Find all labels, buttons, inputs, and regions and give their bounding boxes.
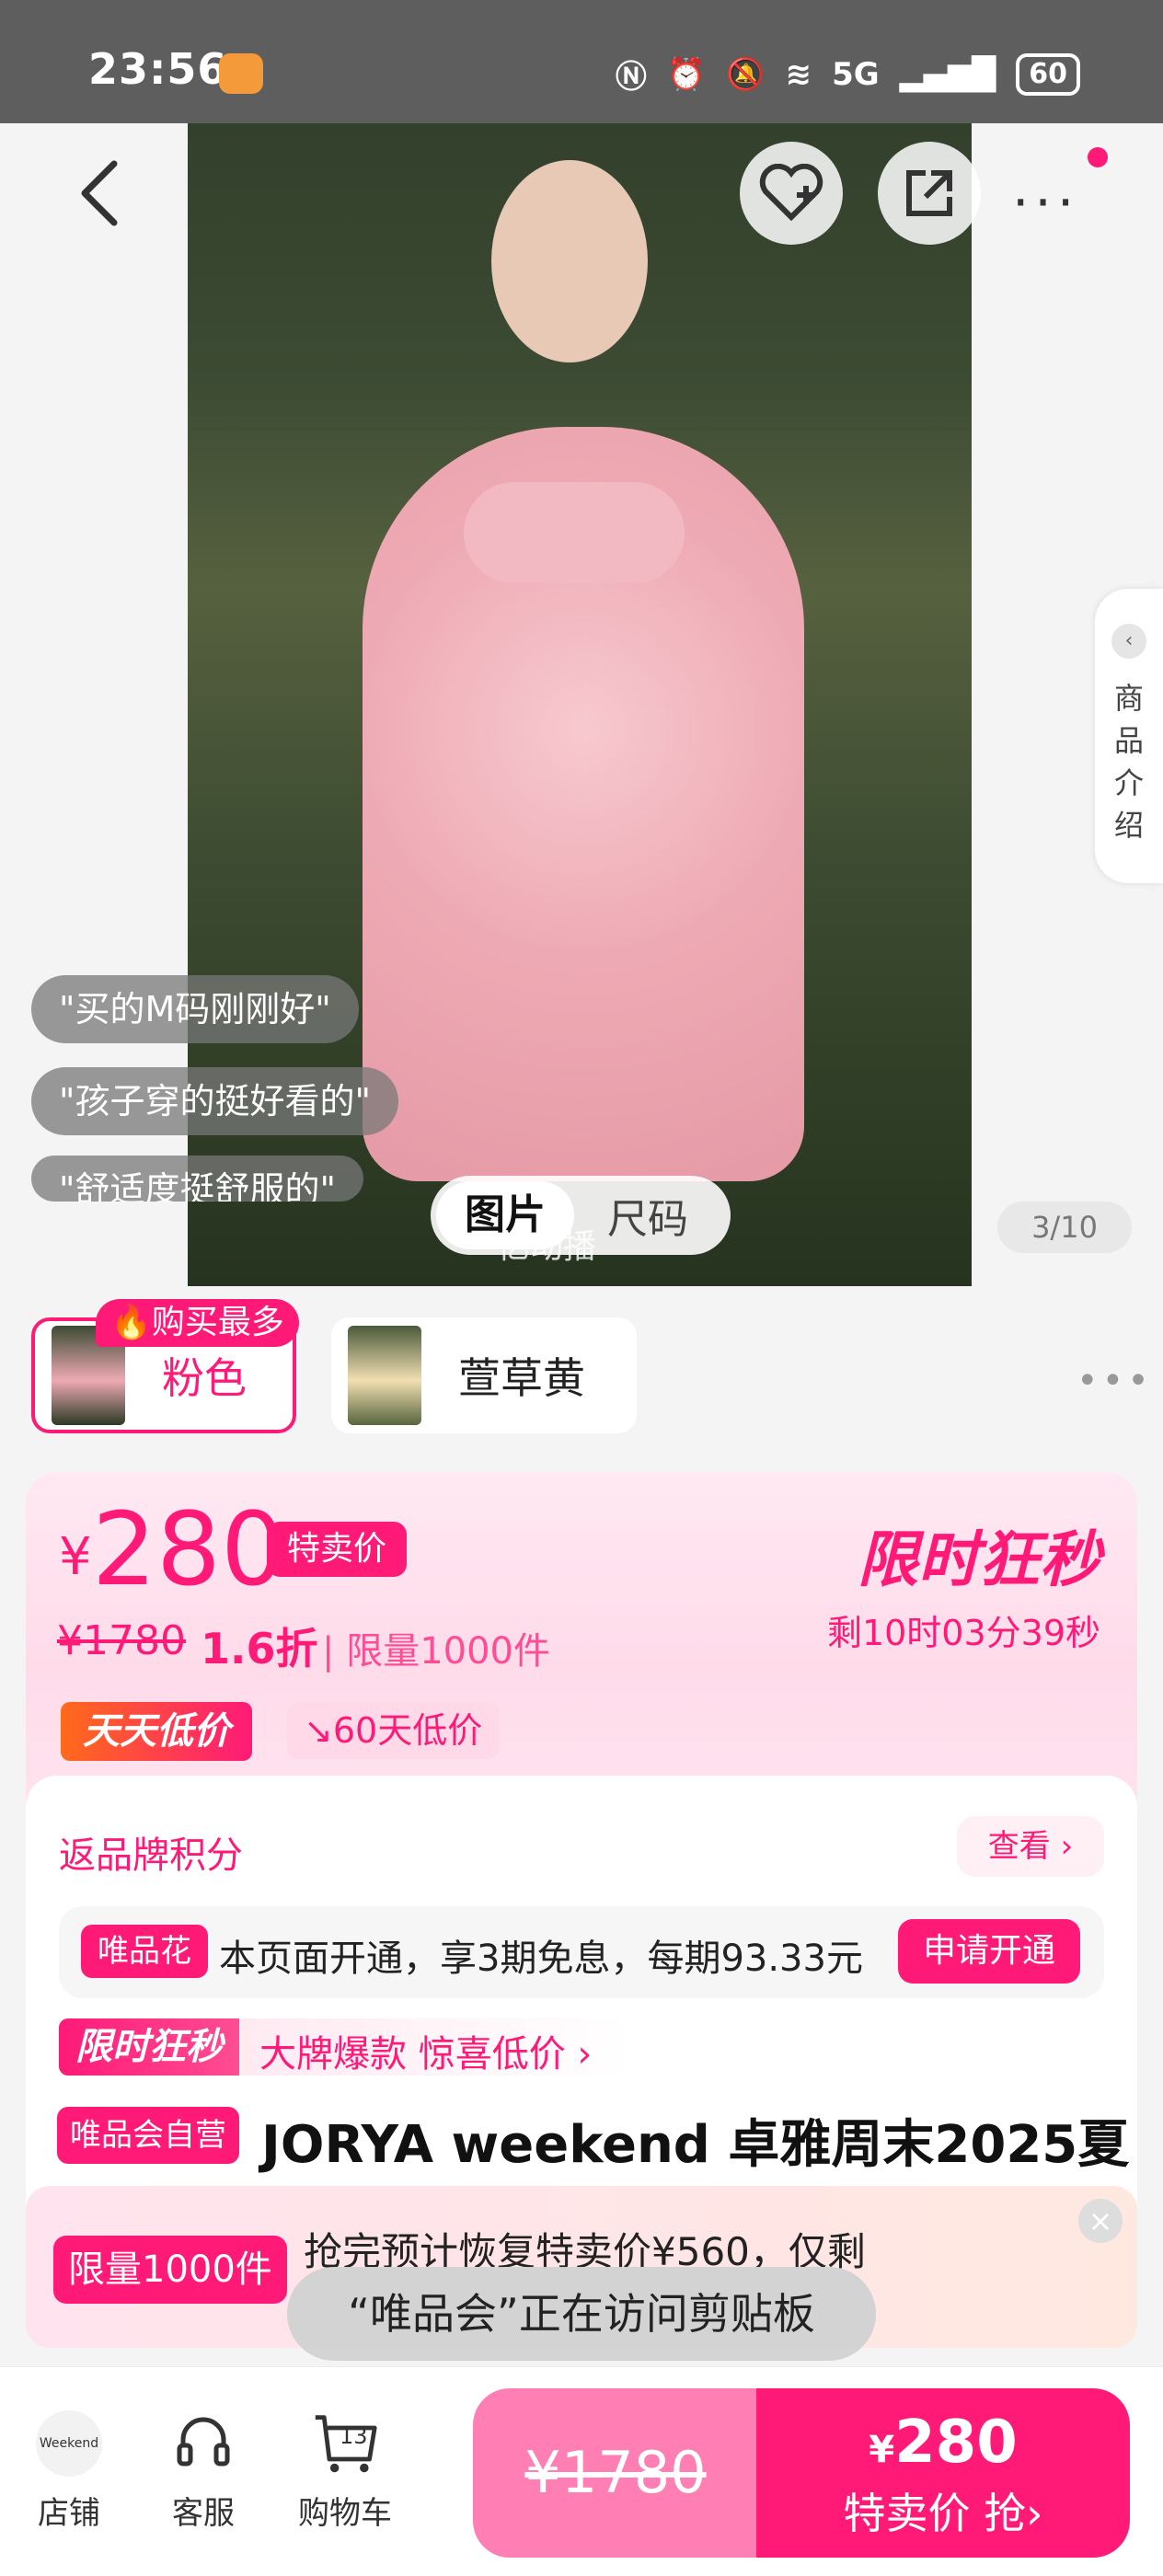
- status-bar: 23:56 Ⓝ ⏰ 🔕 ≋ 5G ▂▄▆█ 60: [0, 0, 1163, 123]
- gallery-caption: 亿动播: [497, 1228, 597, 1266]
- share-button[interactable]: [878, 142, 981, 245]
- cart-label: 购物车: [298, 2495, 392, 2532]
- brand-points-label: 返品牌积分: [59, 1834, 243, 1877]
- color-label: 萱草黄: [458, 1353, 585, 1403]
- product-title: JORYA weekend 卓雅周末2025夏: [261, 2115, 1130, 2175]
- flash-sale-title: 限时狂秒: [858, 1524, 1100, 1595]
- review-bubble: "孩子穿的挺好看的": [31, 1067, 398, 1135]
- wifi-icon: ≋: [785, 55, 812, 93]
- more-options-icon[interactable]: ···: [1012, 171, 1079, 234]
- flash-sale-link[interactable]: 大牌爆款 惊喜低价 ›: [259, 2024, 592, 2077]
- trend-down-icon: ↘: [304, 1710, 333, 1751]
- headset-icon: [170, 2410, 236, 2477]
- installment-tag: 唯品花: [81, 1925, 208, 1978]
- flash-sale-tag: 限时狂秒: [59, 2018, 239, 2076]
- product-intro-tab[interactable]: ‹ 商品介绍: [1095, 589, 1163, 883]
- customer-service-button[interactable]: 客服: [134, 2410, 272, 2533]
- original-price: ¥1780: [57, 1617, 186, 1664]
- chevron-left-icon: ‹: [1111, 624, 1146, 659]
- store-logo-icon: Weekend: [36, 2410, 102, 2477]
- service-label: 客服: [172, 2495, 235, 2532]
- current-price: 280: [92, 1490, 285, 1608]
- installment-text: 本页面开通，享3期免息，每期93.33元: [219, 1938, 863, 1980]
- countdown-timer: 剩10时03分39秒: [826, 1613, 1100, 1653]
- gallery-pager: 3/10: [997, 1202, 1132, 1253]
- cart-icon: 13: [312, 2410, 378, 2477]
- cart-button[interactable]: 13 购物车: [276, 2410, 414, 2533]
- view-points-button[interactable]: 查看 ›: [957, 1816, 1104, 1877]
- low-60-badge: ↘60天低价: [287, 1702, 500, 1759]
- currency-symbol: ¥: [59, 1527, 92, 1587]
- back-icon[interactable]: [74, 156, 129, 230]
- close-notice-icon[interactable]: ×: [1078, 2199, 1123, 2243]
- mute-icon: 🔕: [726, 55, 766, 93]
- status-icons: Ⓝ ⏰ 🔕 ≋ 5G ▂▄▆█ 60: [616, 52, 1080, 97]
- more-colors-icon[interactable]: •••: [1077, 1360, 1153, 1402]
- limit-label: | 限量1000件: [322, 1630, 550, 1673]
- store-button[interactable]: Weekend 店铺: [0, 2410, 138, 2533]
- notification-dot: [1088, 147, 1108, 167]
- review-bubble: "买的M码刚刚好": [31, 975, 359, 1043]
- cart-count: 13: [340, 2423, 368, 2449]
- discount-label: 1.6折: [201, 1624, 318, 1673]
- hot-badge: 🔥购买最多: [96, 1299, 299, 1347]
- signal-icon: ▂▄▆█: [899, 55, 996, 93]
- color-option-yellow[interactable]: 萱草黄: [331, 1317, 637, 1433]
- photo-head-shape: [491, 160, 648, 362]
- photo-bow-shape: [464, 482, 685, 583]
- review-bubble: "舒适度挺舒服的": [31, 1156, 363, 1202]
- status-time: 23:56: [88, 44, 228, 94]
- alarm-icon: ⏰: [666, 55, 707, 93]
- clipboard-toast: “唯品会”正在访问剪贴板: [287, 2267, 876, 2361]
- buy-label: 特卖价 抢›: [843, 2489, 1043, 2538]
- app-notification-icon: [219, 53, 263, 94]
- original-price-buy-button[interactable]: ¥1780: [473, 2388, 758, 2558]
- daily-low-badge: 天天低价: [61, 1702, 252, 1761]
- special-price-buy-button[interactable]: ¥280 特卖价 抢›: [756, 2388, 1130, 2558]
- color-thumbnail: [348, 1326, 421, 1425]
- battery-icon: 60: [1016, 52, 1080, 96]
- color-label: 粉色: [162, 1353, 247, 1403]
- product-intro-label: 商品介绍: [1113, 681, 1144, 843]
- network-label: 5G: [832, 55, 880, 93]
- self-operated-tag: 唯品会自营: [57, 2107, 239, 2164]
- nfc-icon: Ⓝ: [615, 59, 647, 96]
- store-label: 店铺: [38, 2495, 100, 2532]
- favorite-button[interactable]: [740, 142, 843, 245]
- heart-plus-icon: [759, 164, 823, 222]
- limited-notice-tag: 限量1000件: [53, 2236, 287, 2304]
- apply-installment-button[interactable]: 申请开通: [898, 1919, 1080, 1984]
- share-icon: [906, 170, 952, 216]
- buy-price: ¥280: [869, 2409, 1018, 2477]
- special-price-tag: 特卖价: [267, 1522, 408, 1577]
